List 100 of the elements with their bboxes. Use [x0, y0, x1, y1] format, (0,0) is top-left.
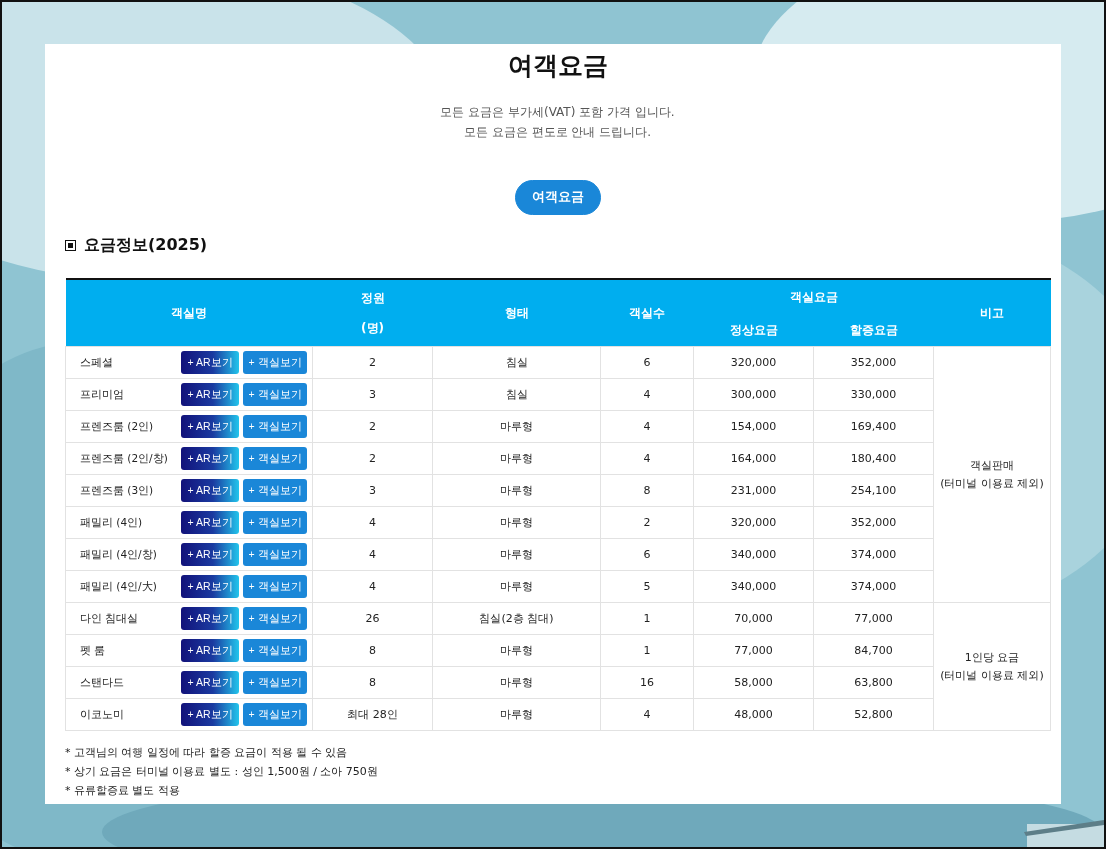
- table-cell: 4: [312, 538, 433, 571]
- table-cell: 58,000: [693, 666, 814, 699]
- subtitle-text: 모든 요금은 부가세(VAT) 포함 가격 입니다. 모든 요금은 편도로 안내 드립니다.: [440, 104, 675, 141]
- table-cell: 침실(2층 침대): [432, 602, 601, 635]
- table-cell: 8: [312, 666, 433, 699]
- room-view-button[interactable]: + 객실보기: [243, 511, 307, 534]
- column-header: 객실수: [600, 279, 694, 347]
- room-view-button[interactable]: + 객실보기: [243, 415, 307, 438]
- table-cell: 4: [600, 698, 694, 731]
- table-cell: 1: [600, 634, 694, 667]
- column-header: 객실요금: [693, 279, 934, 313]
- table-cell: 2: [312, 346, 433, 379]
- table-cell: 48,000: [693, 698, 814, 731]
- ar-view-button[interactable]: + AR보기: [181, 415, 239, 438]
- column-header: 형태: [432, 279, 601, 347]
- table-cell: 마루형: [432, 506, 601, 539]
- table-cell: 마루형: [432, 698, 601, 731]
- square-bullet-icon: [65, 240, 76, 251]
- room-name: 프렌즈룸 (3인): [80, 483, 154, 498]
- table-cell: 2: [312, 442, 433, 475]
- table-cell: 77,000: [813, 602, 934, 635]
- room-name: 프리미엄: [80, 387, 124, 402]
- table-cell: 3: [312, 474, 433, 507]
- table-cell: 300,000: [693, 378, 814, 411]
- table-cell: 마루형: [432, 634, 601, 667]
- ar-view-button[interactable]: + AR보기: [181, 671, 239, 694]
- table-cell: 320,000: [693, 506, 814, 539]
- room-name: 이코노미: [80, 707, 124, 722]
- table-cell: 3: [312, 378, 433, 411]
- table-cell: 16: [600, 666, 694, 699]
- table-cell: 4: [312, 570, 433, 603]
- table-cell: 340,000: [693, 538, 814, 571]
- table-cell: 마루형: [432, 538, 601, 571]
- section-title: 요금정보(2025): [84, 235, 208, 256]
- room-name: 패밀리 (4인/창): [80, 547, 157, 562]
- tab[interactable]: 여객요금: [514, 180, 601, 215]
- ar-view-button[interactable]: + AR보기: [181, 543, 239, 566]
- room-name: 프렌즈룸 (2인/창): [80, 451, 168, 466]
- table-cell: 164,000: [693, 442, 814, 475]
- room-name: 패밀리 (4인): [80, 515, 143, 530]
- table-cell: 320,000: [693, 346, 814, 379]
- table-cell: 8: [312, 634, 433, 667]
- column-header: 비고: [933, 279, 1051, 347]
- room-name: 스탠다드: [80, 675, 124, 690]
- ar-view-button[interactable]: + AR보기: [181, 703, 239, 726]
- table-cell: 마루형: [432, 442, 601, 475]
- ar-view-button[interactable]: + AR보기: [181, 351, 239, 374]
- table-cell: 231,000: [693, 474, 814, 507]
- room-view-button[interactable]: + 객실보기: [243, 671, 307, 694]
- table-cell: 마루형: [432, 474, 601, 507]
- ar-view-button[interactable]: + AR보기: [181, 607, 239, 630]
- table-cell: 4: [600, 378, 694, 411]
- table-cell: 마루형: [432, 570, 601, 603]
- table-cell: 마루형: [432, 410, 601, 443]
- page-title: 여객요금: [507, 50, 608, 82]
- room-view-button[interactable]: + 객실보기: [243, 543, 307, 566]
- room-name: 프렌즈룸 (2인): [80, 419, 154, 434]
- column-header: 정상요금: [693, 313, 814, 347]
- ar-view-button[interactable]: + AR보기: [181, 447, 239, 470]
- table-cell: 154,000: [693, 410, 814, 443]
- table-cell: 2: [600, 506, 694, 539]
- table-cell: 4: [312, 506, 433, 539]
- room-view-button[interactable]: + 객실보기: [243, 351, 307, 374]
- room-view-button[interactable]: + 객실보기: [243, 383, 307, 406]
- table-cell: 5: [600, 570, 694, 603]
- room-view-button[interactable]: + 객실보기: [243, 607, 307, 630]
- footnote: * 상기 요금은 터미널 이용료 별도 : 성인 1,500원 / 소아 750원: [65, 764, 379, 780]
- note-cell: 1인당 요금 (터미널 이용료 제외): [933, 602, 1051, 731]
- table-cell: 마루형: [432, 666, 601, 699]
- room-name: 패밀리 (4인/大): [80, 579, 157, 594]
- table-cell: 4: [600, 442, 694, 475]
- table-cell: 70,000: [693, 602, 814, 635]
- room-name: 스페셜: [80, 355, 113, 370]
- table-cell: 1: [600, 602, 694, 635]
- table-cell: 침실: [432, 378, 601, 411]
- table-cell: 340,000: [693, 570, 814, 603]
- room-view-button[interactable]: + 객실보기: [243, 575, 307, 598]
- table-cell: 4: [600, 410, 694, 443]
- room-view-button[interactable]: + 객실보기: [243, 479, 307, 502]
- column-header: 할증요금: [813, 313, 934, 347]
- table-cell: 26: [312, 602, 433, 635]
- table-cell: 침실: [432, 346, 601, 379]
- room-view-button[interactable]: + 객실보기: [243, 639, 307, 662]
- table-cell: 최대 28인: [312, 698, 433, 731]
- footnote: * 고객님의 여행 일정에 따라 할증 요금이 적용 될 수 있음: [65, 745, 349, 761]
- table-cell: 6: [600, 346, 694, 379]
- table-cell: 352,000: [813, 346, 934, 379]
- ar-view-button[interactable]: + AR보기: [181, 575, 239, 598]
- room-name: 펫 룸: [80, 643, 106, 658]
- room-view-button[interactable]: + 객실보기: [243, 447, 307, 470]
- column-header: 객실명: [65, 279, 313, 347]
- ar-view-button[interactable]: + AR보기: [181, 383, 239, 406]
- note-cell: 객실판매 (터미널 이용료 제외): [933, 346, 1051, 603]
- room-name: 다인 침대실: [80, 611, 139, 626]
- ar-view-button[interactable]: + AR보기: [181, 639, 239, 662]
- table-cell: 77,000: [693, 634, 814, 667]
- ar-view-button[interactable]: + AR보기: [181, 479, 239, 502]
- ar-view-button[interactable]: + AR보기: [181, 511, 239, 534]
- room-view-button[interactable]: + 객실보기: [243, 703, 307, 726]
- table-cell: 8: [600, 474, 694, 507]
